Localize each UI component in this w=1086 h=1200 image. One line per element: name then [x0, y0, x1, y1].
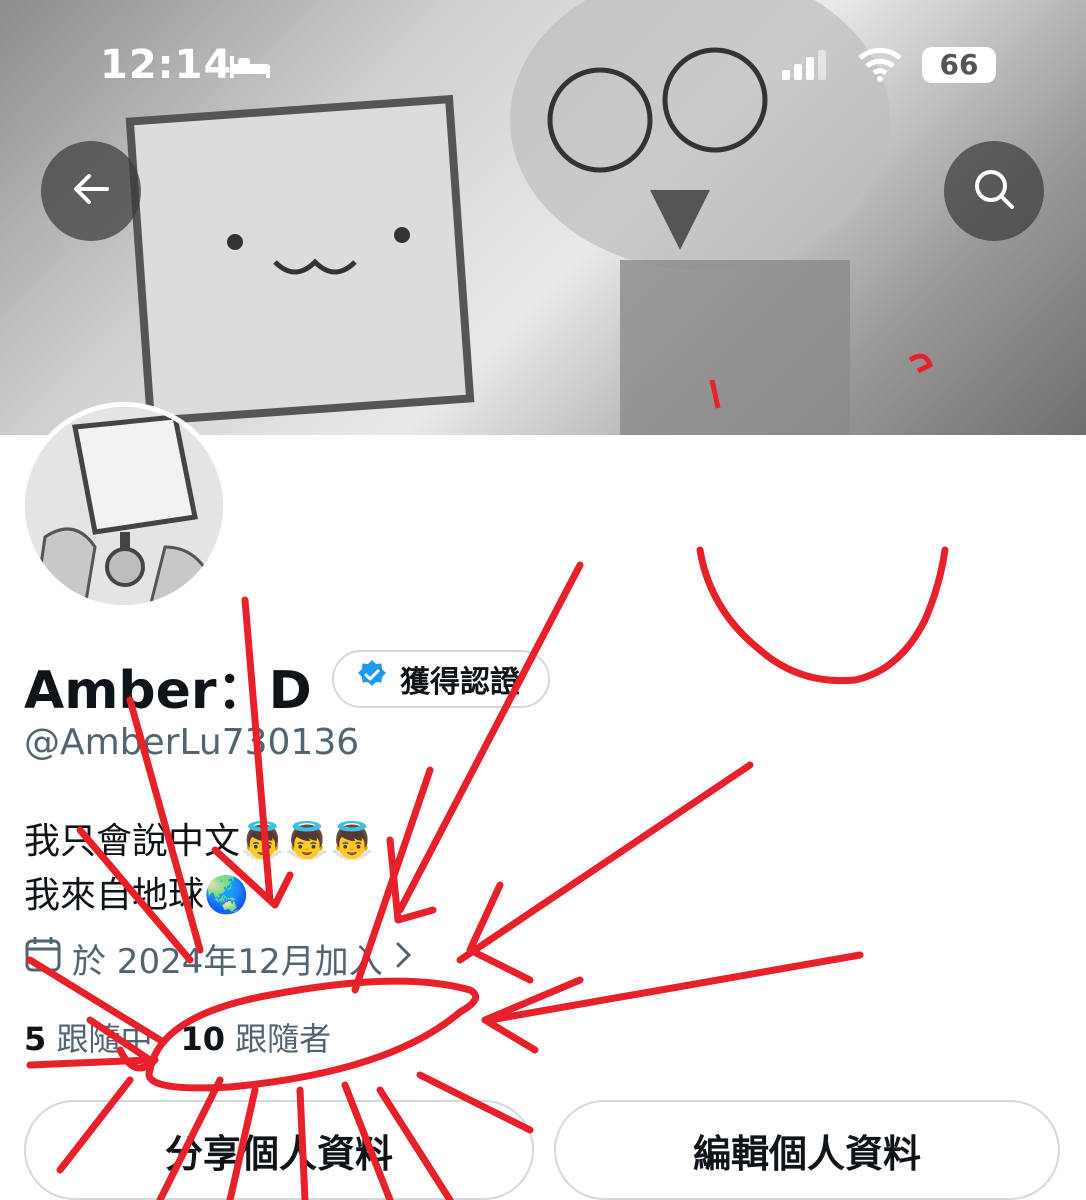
following-label: 跟隨中 [56, 1020, 153, 1058]
status-bar: 12:14 66 [0, 0, 1086, 120]
search-icon [972, 167, 1016, 215]
cellular-signal-icon [782, 50, 826, 84]
followers-count[interactable]: 10 跟隨者 [180, 1014, 331, 1060]
chevron-right-icon [393, 939, 415, 979]
avatar[interactable] [20, 402, 228, 610]
share-profile-button[interactable]: 分享個人資料 [24, 1100, 534, 1200]
joined-date-text: 於 2024年12月加入 [72, 942, 383, 982]
get-verified-label: 獲得認證 [400, 665, 520, 700]
arrow-left-icon [71, 169, 111, 213]
username-handle: @AmberLu730136 [24, 722, 360, 763]
followers-label: 跟隨者 [235, 1020, 332, 1058]
verified-badge-icon [356, 659, 388, 699]
get-verified-button[interactable]: 獲得認證 [332, 650, 550, 708]
bio-line-2: 我來自地球🌏 [24, 875, 249, 916]
bio-line-1: 我只會說中文👼👼👼 [24, 821, 375, 862]
back-button[interactable] [41, 141, 141, 241]
battery-indicator: 66 [922, 47, 996, 83]
status-time: 12:14 [100, 42, 233, 88]
search-button[interactable] [944, 141, 1044, 241]
joined-date[interactable]: 於 2024年12月加入 [24, 934, 415, 983]
sleep-focus-icon [228, 52, 272, 84]
edit-profile-button[interactable]: 編輯個人資料 [554, 1100, 1060, 1200]
wifi-icon [858, 46, 902, 86]
calendar-icon [24, 935, 62, 982]
followers-number: 10 [180, 1020, 225, 1058]
following-count[interactable]: 5 跟隨中 [24, 1014, 152, 1060]
avatar-image [25, 407, 223, 605]
follow-stats: 5 跟隨中 10 跟隨者 [24, 1014, 331, 1060]
following-number: 5 [24, 1020, 47, 1058]
display-name: Amber：D [24, 661, 312, 721]
